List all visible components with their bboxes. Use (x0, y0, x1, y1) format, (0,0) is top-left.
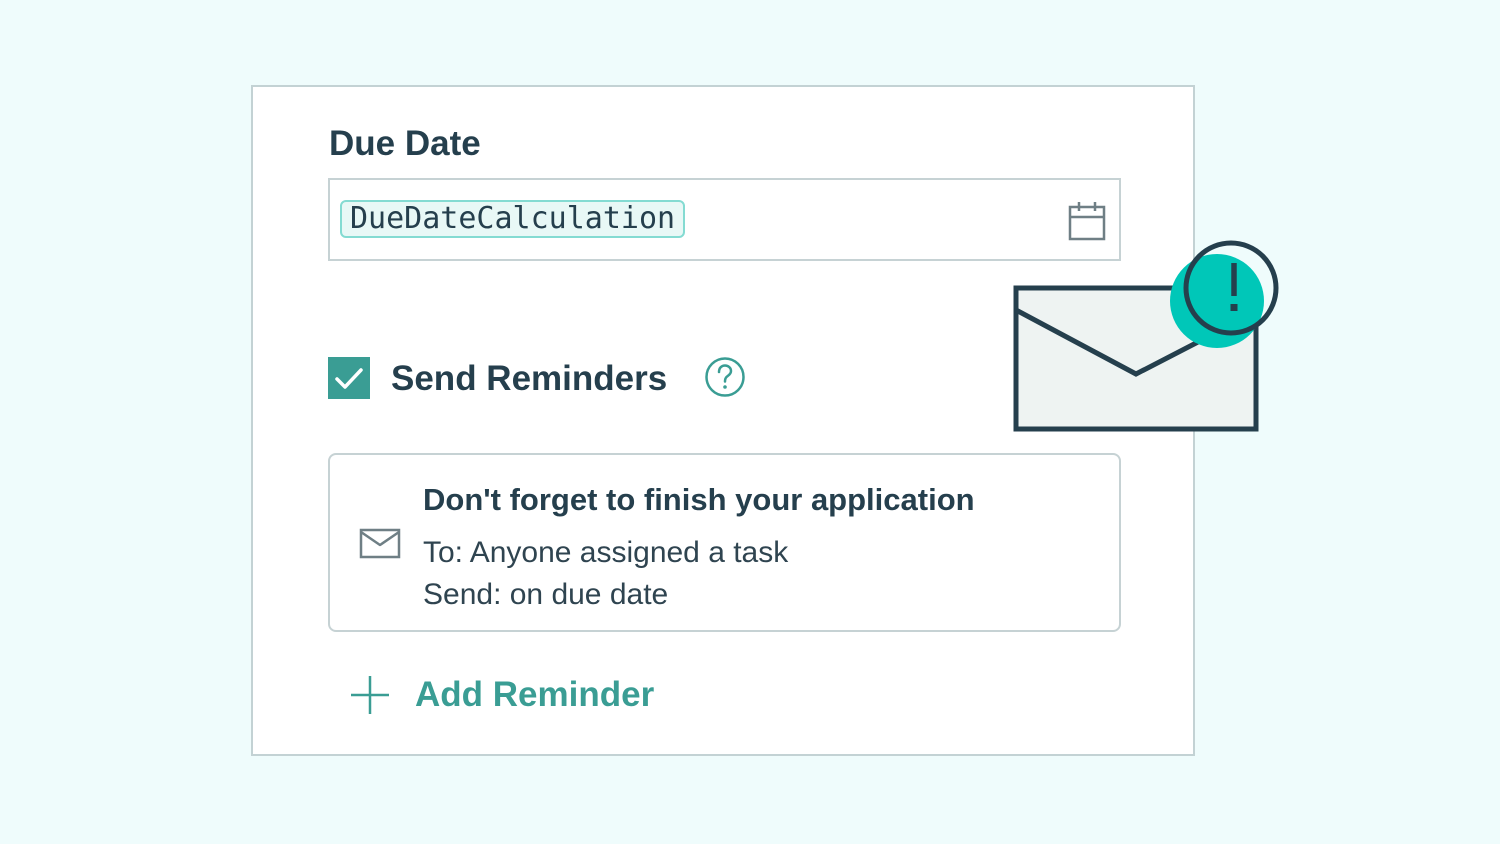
question-circle-icon[interactable] (704, 356, 746, 398)
reminder-title: Don't forget to finish your application (423, 482, 975, 517)
reminder-recipient: To: Anyone assigned a task (423, 536, 789, 569)
checkmark-icon (335, 368, 363, 389)
envelope-alert-icon (1013, 240, 1279, 432)
calendar-icon[interactable] (1067, 200, 1107, 242)
plus-icon (351, 676, 389, 714)
send-reminders-label[interactable]: Send Reminders (391, 357, 667, 401)
reminder-card[interactable]: Don't forget to finish your application … (328, 453, 1121, 632)
due-date-field[interactable]: DueDateCalculation (328, 178, 1121, 261)
add-reminder-button[interactable]: Add Reminder (348, 672, 654, 718)
mail-icon (359, 528, 401, 559)
due-date-label: Due Date (329, 124, 481, 163)
send-reminders-checkbox[interactable] (328, 357, 370, 399)
reminder-send-timing: Send: on due date (423, 578, 669, 611)
add-reminder-label: Add Reminder (415, 675, 655, 714)
due-date-token[interactable]: DueDateCalculation (340, 200, 686, 238)
